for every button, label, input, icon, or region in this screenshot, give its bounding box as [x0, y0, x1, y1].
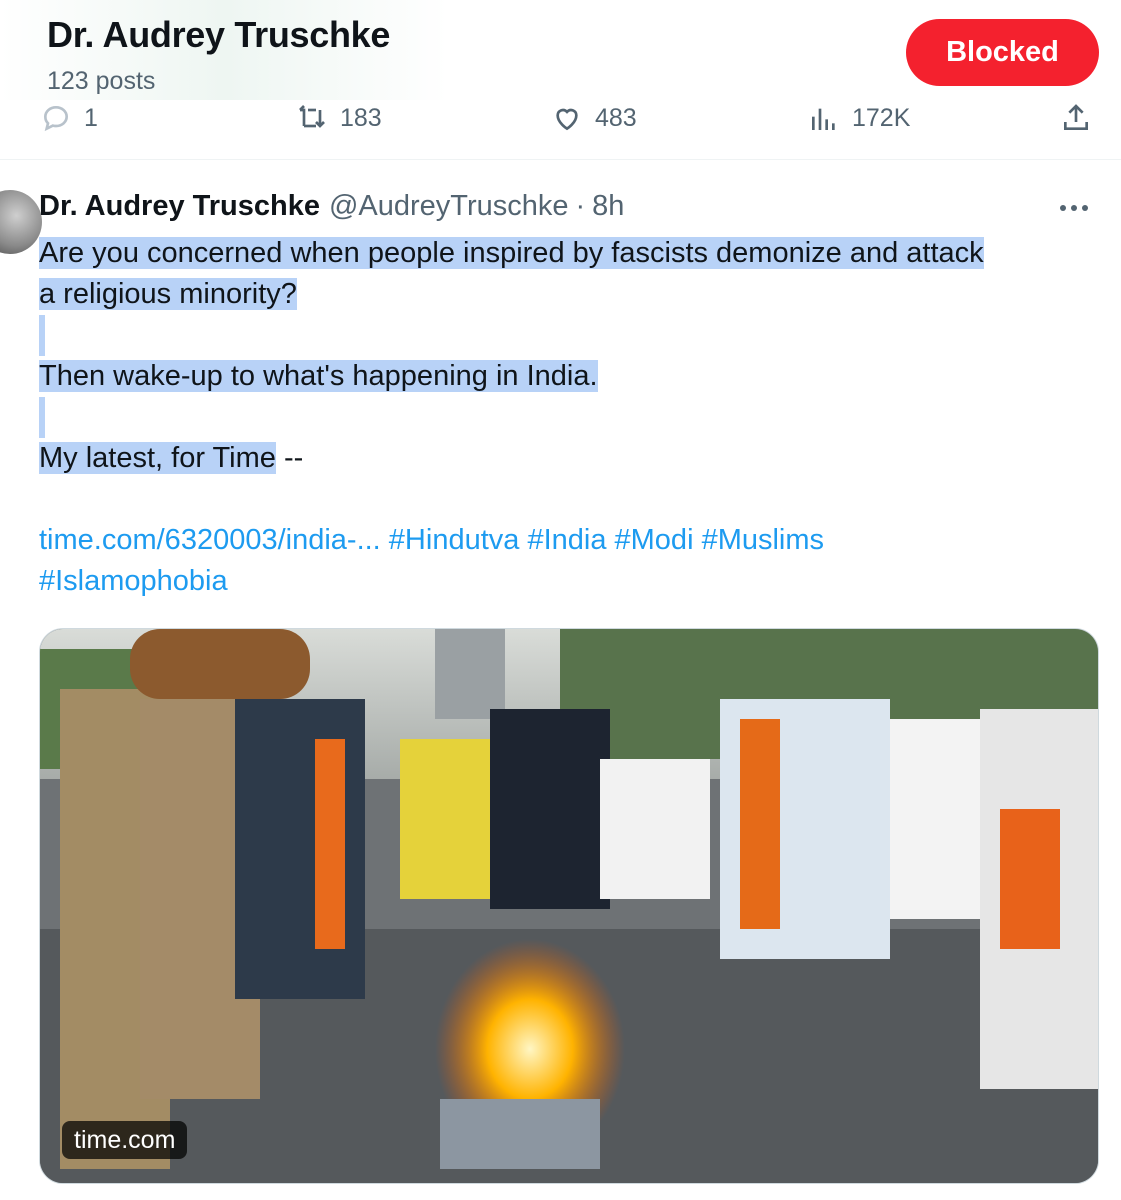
blocked-button[interactable]: Blocked — [906, 19, 1099, 86]
like-icon — [556, 108, 578, 131]
tweet-text-line: a religious minority? — [39, 278, 297, 310]
retweet-count: 183 — [340, 103, 382, 132]
views-count: 172K — [852, 103, 911, 132]
retweet-icon — [299, 105, 325, 128]
separator-dot: · — [575, 190, 586, 222]
tweet-text: Are you concerned when people inspired b… — [39, 233, 1099, 602]
tweet-text-tail: -- — [275, 442, 304, 474]
tweet-header: Dr. Audrey Truschke @AudreyTruschke · 8h — [39, 190, 624, 223]
reply-button[interactable]: 1 — [40, 98, 98, 138]
like-button[interactable]: 483 — [551, 98, 637, 138]
previous-tweet-action-bar: 1 183 483 172K — [0, 98, 1121, 142]
author-handle[interactable]: @AudreyTruschke — [329, 190, 569, 223]
hashtag-islamophobia[interactable]: #Islamophobia — [39, 565, 228, 597]
like-count: 483 — [595, 103, 637, 132]
share-button[interactable] — [1060, 98, 1092, 138]
selection-highlight — [39, 315, 45, 356]
share-icon — [1064, 104, 1088, 130]
tweet-divider — [0, 159, 1121, 160]
post-count: 123 posts — [47, 67, 156, 95]
tweet-text-line: Are you concerned when people inspired b… — [39, 237, 984, 269]
profile-header: Dr. Audrey Truschke 123 posts Blocked — [0, 0, 1121, 100]
link-preview-card[interactable]: time.com — [39, 628, 1099, 1184]
article-link[interactable]: time.com/6320003/india-... — [39, 524, 381, 556]
reply-count: 1 — [84, 103, 98, 132]
selection-highlight — [39, 397, 45, 438]
tweet-text-line: My latest, for Time — [39, 442, 276, 474]
views-icon — [812, 108, 835, 130]
tweet-text-line: Then wake-up to what's happening in Indi… — [39, 360, 598, 392]
more-options-icon[interactable] — [1060, 196, 1096, 220]
hashtags[interactable]: #Hindutva #India #Modi #Muslims — [381, 524, 824, 556]
views-button[interactable]: 172K — [808, 98, 910, 138]
reply-icon — [43, 105, 69, 132]
retweet-button[interactable]: 183 — [296, 98, 382, 138]
profile-name: Dr. Audrey Truschke — [47, 14, 391, 55]
media-source-badge: time.com — [62, 1121, 188, 1159]
article-photo — [40, 629, 1098, 1183]
avatar[interactable] — [0, 190, 42, 254]
tweet-time[interactable]: 8h — [592, 190, 624, 223]
author-name[interactable]: Dr. Audrey Truschke — [39, 190, 320, 223]
